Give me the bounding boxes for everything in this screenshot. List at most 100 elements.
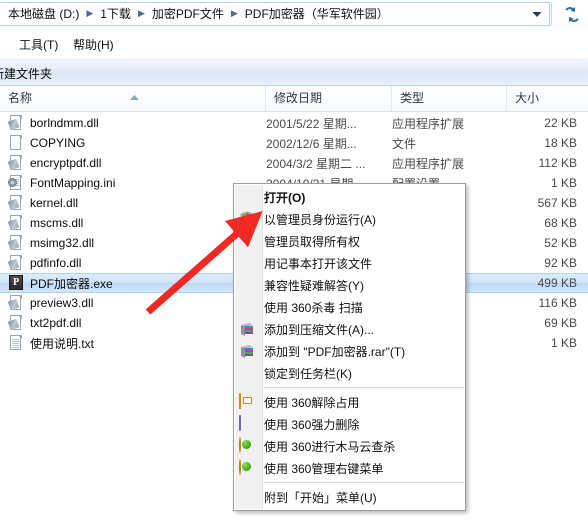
file-name-cell[interactable]: P PDF加密器.exe: [0, 275, 266, 292]
context-menu-item[interactable]: 使用 360管理右键菜单: [234, 457, 465, 479]
column-header-type[interactable]: 类型: [392, 86, 507, 111]
file-name-cell[interactable]: msimg32.dll: [0, 235, 266, 251]
column-header-size[interactable]: 大小: [507, 86, 588, 111]
context-menu[interactable]: 打开(O) 以管理员身份运行(A) 管理员取得所有权用记事本打开该文件兼容性疑难解答…: [233, 183, 466, 511]
context-menu-item[interactable]: 使用 360进行木马云查杀: [234, 435, 465, 457]
address-divider: [551, 3, 552, 25]
file-name-label: pdfinfo.dll: [30, 256, 82, 270]
breadcrumb-item-2[interactable]: 加密PDF文件: [151, 6, 225, 22]
context-menu-item[interactable]: 添加到压缩文件(A)...: [234, 318, 465, 340]
file-size-cell: 1 KB: [550, 336, 577, 350]
file-name-label: msimg32.dll: [30, 236, 95, 250]
column-header-date[interactable]: 修改日期: [266, 86, 392, 111]
menubar-item-help[interactable]: 帮助(H): [68, 34, 119, 55]
refresh-icon[interactable]: [556, 2, 588, 28]
context-menu-item-label: 锁定到任务栏(K): [264, 366, 352, 381]
context-menu-item-label: 兼容性疑难解答(Y): [264, 278, 364, 293]
context-menu-item[interactable]: 使用 360解除占用: [234, 391, 465, 413]
file-name-label: FontMapping.ini: [30, 176, 116, 190]
context-menu-item-label: 以管理员身份运行(A): [264, 212, 376, 227]
file-name-cell[interactable]: COPYING: [0, 135, 266, 151]
file-size-cell: 18 KB: [544, 136, 577, 150]
file-date-cell: 2002/12/6 星期...: [266, 136, 357, 151]
file-name-cell[interactable]: preview3.dll: [0, 295, 266, 311]
file-name-cell[interactable]: txt2pdf.dll: [0, 315, 266, 331]
file-row[interactable]: borlndmm.dll 2001/5/22 星期... 应用程序扩展 22 KB: [0, 113, 588, 133]
uac-shield-icon: [239, 211, 255, 227]
breadcrumb[interactable]: 本地磁盘 (D:) ▶ 1下载 ▶ 加密PDF文件 ▶ PDF加密器（华军软件园…: [0, 2, 550, 26]
context-menu-item[interactable]: 锁定到任务栏(K): [234, 362, 465, 384]
dll-file-icon: [7, 215, 24, 231]
context-menu-item[interactable]: 使用 360杀毒 扫描: [234, 296, 465, 318]
file-size-cell: 1 KB: [550, 176, 577, 190]
file-row[interactable]: encryptpdf.dll 2004/3/2 星期二 ... 应用程序扩展 112 …: [0, 153, 588, 173]
breadcrumb-item-1[interactable]: 1下载: [99, 6, 132, 22]
dll-file-icon: [7, 195, 24, 211]
file-name-label: txt2pdf.dll: [30, 316, 82, 330]
360-shred-icon: [239, 415, 255, 432]
file-size-cell: 499 KB: [537, 276, 577, 290]
menubar-item-tools[interactable]: 工具(T): [14, 34, 63, 55]
dll-file-icon: [7, 315, 24, 331]
360-unlock-icon: [239, 393, 255, 410]
file-name-label: preview3.dll: [30, 296, 94, 310]
address-bar: 本地磁盘 (D:) ▶ 1下载 ▶ 加密PDF文件 ▶ PDF加密器（华军软件园…: [0, 0, 588, 28]
context-menu-item[interactable]: 附到「开始」菜单(U): [234, 486, 465, 508]
360-shield-icon: [239, 299, 255, 315]
context-menu-item-label: 使用 360杀毒 扫描: [264, 300, 363, 315]
file-name-label: 使用说明.txt: [30, 336, 95, 351]
file-size-cell: 92 KB: [544, 256, 577, 270]
breadcrumb-separator-icon: ▶: [230, 7, 238, 18]
context-menu-item-label: 附到「开始」菜单(U): [264, 490, 377, 505]
context-menu-item[interactable]: 使用 360强力删除: [234, 413, 465, 435]
file-name-label: borlndmm.dll: [30, 116, 99, 130]
file-size-cell: 116 KB: [538, 296, 577, 310]
column-header-row: 名称 修改日期 类型 大小: [0, 86, 588, 112]
context-menu-item[interactable]: 用记事本打开该文件: [234, 252, 465, 274]
context-menu-item[interactable]: 兼容性疑难解答(Y): [234, 274, 465, 296]
file-name-label: kernel.dll: [30, 196, 79, 210]
context-menu-item[interactable]: 打开(O): [234, 186, 465, 208]
context-menu-item-label: 管理员取得所有权: [264, 234, 361, 249]
360-ball-icon: [239, 437, 255, 454]
breadcrumb-separator-icon: ▶: [137, 7, 145, 18]
context-menu-item-label: 添加到 "PDF加密器.rar"(T): [264, 344, 406, 359]
context-menu-item[interactable]: 以管理员身份运行(A): [234, 208, 465, 230]
file-type-cell: 文件: [392, 136, 417, 151]
context-menu-item[interactable]: 添加到 "PDF加密器.rar"(T): [234, 340, 465, 362]
file-name-cell[interactable]: pdfinfo.dll: [0, 255, 266, 271]
file-name-label: PDF加密器.exe: [30, 276, 113, 291]
file-name-label: COPYING: [30, 136, 86, 150]
file-name-cell[interactable]: 使用说明.txt: [0, 335, 266, 352]
file-size-cell: 112 KB: [538, 156, 577, 170]
file-name-cell[interactable]: mscms.dll: [0, 215, 266, 231]
file-name-cell[interactable]: FontMapping.ini: [0, 175, 266, 191]
context-menu-item-label: 使用 360管理右键菜单: [264, 461, 384, 476]
context-menu-item-label: 打开(O): [264, 190, 306, 205]
file-type-cell: 应用程序扩展: [392, 116, 465, 131]
file-name-cell[interactable]: encryptpdf.dll: [0, 155, 266, 171]
file-name-cell[interactable]: borlndmm.dll: [0, 115, 266, 131]
file-size-cell: 68 KB: [544, 216, 577, 230]
new-folder-button[interactable]: 新建文件夹: [0, 65, 52, 82]
winrar-icon: [239, 321, 255, 337]
360-ball-icon: [239, 459, 255, 476]
context-menu-separator: [264, 482, 464, 483]
breadcrumb-item-0[interactable]: 本地磁盘 (D:): [7, 6, 80, 22]
breadcrumb-item-3[interactable]: PDF加密器（华军软件园）: [244, 6, 390, 22]
dll-file-icon: [7, 235, 24, 251]
context-menu-item-label: 使用 360强力删除: [264, 417, 360, 432]
file-row[interactable]: COPYING 2002/12/6 星期... 文件 18 KB: [0, 133, 588, 153]
file-name-cell[interactable]: kernel.dll: [0, 195, 266, 211]
ini-file-icon: [8, 175, 24, 191]
winrar-icon: [239, 343, 255, 359]
dll-file-icon: [7, 115, 24, 131]
context-menu-separator: [264, 387, 464, 388]
file-type-cell: 应用程序扩展: [392, 156, 465, 171]
context-menu-item[interactable]: 管理员取得所有权: [234, 230, 465, 252]
file-size-cell: 52 KB: [544, 236, 577, 250]
dll-file-icon: [7, 155, 24, 171]
exe-file-icon: P: [8, 275, 24, 291]
chevron-down-icon[interactable]: [526, 4, 548, 24]
dll-file-icon: [7, 255, 24, 271]
